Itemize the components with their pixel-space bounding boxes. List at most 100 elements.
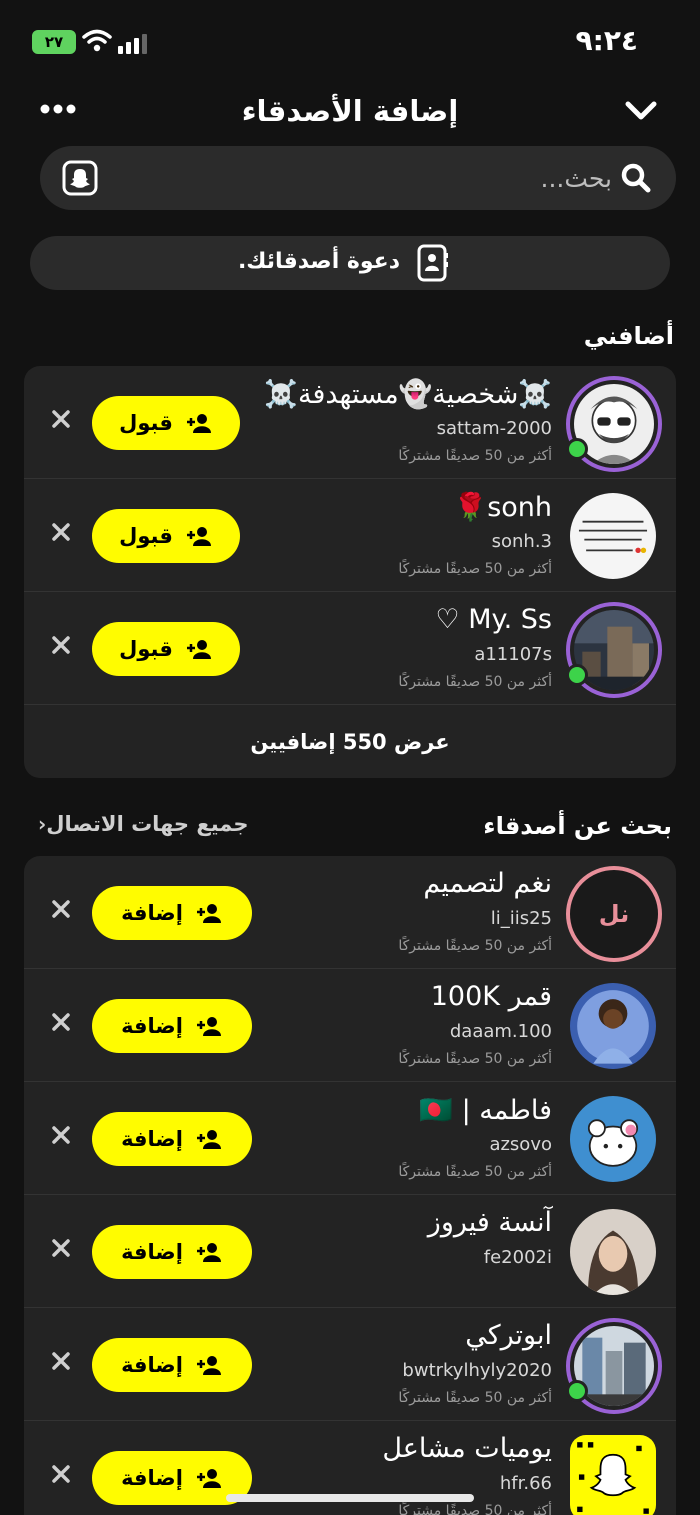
add-label: إضافة <box>121 1240 183 1264</box>
signal-icon <box>118 34 147 54</box>
add-friend-button[interactable]: إضافة <box>92 999 252 1053</box>
search-input[interactable] <box>118 160 612 196</box>
close-icon[interactable] <box>50 1463 72 1485</box>
section-title-added-me: أضافني <box>583 322 674 350</box>
friend-username: daaam.100 <box>449 1021 552 1042</box>
friend-name: يوميات مشاعل <box>382 1433 552 1464</box>
list-item[interactable]: My. Ss ♡ a11107s أكثر من 50 صديقًا مشترك… <box>24 592 676 705</box>
add-friend-icon <box>186 527 211 546</box>
friend-name: My. Ss ♡ <box>435 604 552 635</box>
close-icon[interactable] <box>50 1124 72 1146</box>
avatar[interactable] <box>570 983 656 1069</box>
home-indicator[interactable] <box>226 1494 474 1502</box>
wifi-icon <box>82 29 112 52</box>
page-title: إضافة الأصدقاء <box>241 94 459 128</box>
mutual-friends: أكثر من 50 صديقًا مشتركًا <box>398 1051 552 1067</box>
invite-friends-button[interactable]: دعوة أصدقائك. <box>30 236 670 290</box>
close-icon[interactable] <box>50 521 72 543</box>
avatar[interactable] <box>570 493 656 579</box>
avatar[interactable]: نل <box>566 866 662 962</box>
friend-username: hfr.66 <box>499 1473 552 1494</box>
accept-button[interactable]: قبول <box>92 622 240 676</box>
add-label: إضافة <box>121 1466 183 1490</box>
mutual-friends: أكثر من 50 صديقًا مشتركًا <box>398 674 552 690</box>
list-item[interactable]: ☠️شخصية👻مستهدفة☠️ sattam-2000 أكثر من 50… <box>24 366 676 479</box>
add-friend-button[interactable]: إضافة <box>92 1225 252 1279</box>
close-icon[interactable] <box>50 1237 72 1259</box>
accept-button[interactable]: قبول <box>92 396 240 450</box>
battery-indicator: ٢٧ <box>32 30 76 54</box>
close-icon[interactable] <box>50 1350 72 1372</box>
friend-name: ☠️شخصية👻مستهدفة☠️ <box>264 379 552 410</box>
accept-label: قبول <box>119 637 173 661</box>
clock: ٩:٢٤ <box>575 24 638 57</box>
avatar-initials: نل <box>598 900 630 928</box>
mutual-friends: أكثر من 50 صديقًا مشتركًا <box>398 561 552 577</box>
add-friend-icon <box>186 640 211 659</box>
section-title-find-friends: بحث عن أصدقاء <box>483 812 672 840</box>
mutual-friends: أكثر من 50 صديقًا مشتركًا <box>398 1390 552 1406</box>
accept-label: قبول <box>119 524 173 548</box>
list-item[interactable]: قمر 100K daaam.100 أكثر من 50 صديقًا مشت… <box>24 969 676 1082</box>
list-item[interactable]: آنسة فيروز fe2002i إضافة <box>24 1195 676 1308</box>
friend-name: ابوتركي <box>465 1320 552 1351</box>
invite-label: دعوة أصدقائك. <box>237 249 400 274</box>
chevron-down-icon[interactable] <box>624 96 658 126</box>
list-item[interactable]: ابوتركي bwtrkylhyly2020 أكثر من 50 صديقً… <box>24 1308 676 1421</box>
show-more-button[interactable]: عرض 550 إضافيين <box>24 706 676 778</box>
mutual-friends: أكثر من 50 صديقًا مشتركًا <box>398 1503 552 1515</box>
mutual-friends: أكثر من 50 صديقًا مشتركًا <box>398 1164 552 1180</box>
friend-username: fe2002i <box>483 1247 552 1268</box>
friend-username: sattam-2000 <box>436 418 552 439</box>
find-friends-card: نل نغم لتصميم li_iis25 أكثر من 50 صديقًا… <box>24 856 676 1515</box>
friend-name: قمر 100K <box>430 981 552 1012</box>
add-friend-button[interactable]: إضافة <box>92 1112 252 1166</box>
friend-username: sonh.3 <box>491 531 552 552</box>
add-friend-button[interactable]: إضافة <box>92 886 252 940</box>
chevron-left-icon: ‹ <box>38 812 47 836</box>
list-item[interactable]: فاطمه | 🇧🇩 azsovo أكثر من 50 صديقًا مشتر… <box>24 1082 676 1195</box>
close-icon[interactable] <box>50 634 72 656</box>
add-friend-icon <box>196 1017 221 1036</box>
contacts-book-icon <box>417 244 448 282</box>
all-contacts-label: جميع جهات الاتصال <box>46 812 249 836</box>
add-friend-button[interactable]: إضافة <box>92 1338 252 1392</box>
header: إضافة الأصدقاء <box>0 84 700 140</box>
close-icon[interactable] <box>50 1011 72 1033</box>
friend-name: آنسة فيروز <box>427 1207 552 1238</box>
added-me-card: ☠️شخصية👻مستهدفة☠️ sattam-2000 أكثر من 50… <box>24 366 676 778</box>
add-label: إضافة <box>121 1353 183 1377</box>
snapcode-icon[interactable] <box>62 160 98 196</box>
online-indicator <box>566 438 588 460</box>
all-contacts-link[interactable]: جميع جهات الاتصال‹ <box>30 812 249 836</box>
add-label: إضافة <box>121 901 183 925</box>
close-icon[interactable] <box>50 408 72 430</box>
add-label: إضافة <box>121 1127 183 1151</box>
mutual-friends: أكثر من 50 صديقًا مشتركًا <box>398 448 552 464</box>
mutual-friends: أكثر من 50 صديقًا مشتركًا <box>398 938 552 954</box>
friend-username: bwtrkylhyly2020 <box>402 1360 552 1381</box>
friend-username: a11107s <box>474 644 552 665</box>
avatar[interactable] <box>570 1209 656 1295</box>
friend-name: فاطمه | 🇧🇩 <box>419 1095 552 1126</box>
online-indicator <box>566 664 588 686</box>
search-icon <box>621 163 651 193</box>
list-item[interactable]: sonh🌹 sonh.3 أكثر من 50 صديقًا مشتركًا ق… <box>24 479 676 592</box>
accept-button[interactable]: قبول <box>92 509 240 563</box>
close-icon[interactable] <box>50 898 72 920</box>
friend-name: sonh🌹 <box>453 492 552 523</box>
add-friend-icon <box>196 1356 221 1375</box>
status-bar: ٢٧ ٩:٢٤ <box>0 0 700 84</box>
add-label: إضافة <box>121 1014 183 1038</box>
friend-username: li_iis25 <box>490 908 552 929</box>
add-friend-icon <box>196 1243 221 1262</box>
add-friend-icon <box>196 1469 221 1488</box>
add-friend-icon <box>186 414 211 433</box>
add-friend-icon <box>196 1130 221 1149</box>
search-bar <box>40 146 676 210</box>
friend-username: azsovo <box>489 1134 552 1155</box>
snapcode-avatar[interactable] <box>570 1435 656 1515</box>
avatar[interactable] <box>570 1096 656 1182</box>
list-item[interactable]: نل نغم لتصميم li_iis25 أكثر من 50 صديقًا… <box>24 856 676 969</box>
add-friend-icon <box>196 904 221 923</box>
